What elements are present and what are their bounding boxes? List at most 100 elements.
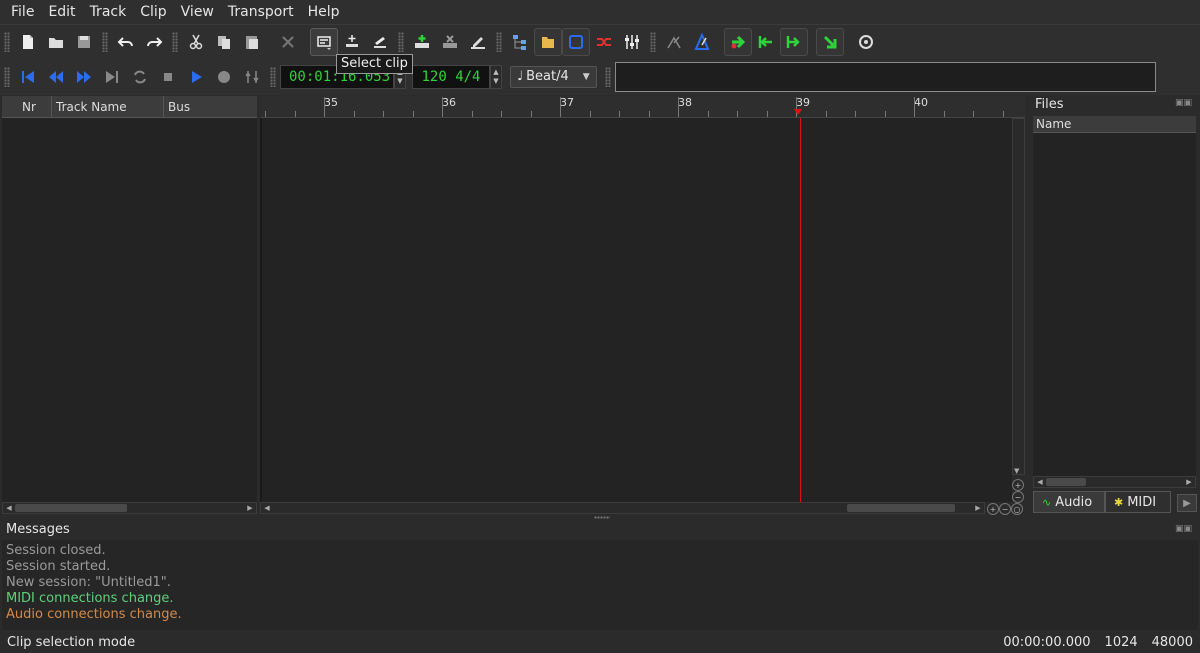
toolbar-grip[interactable] xyxy=(604,66,611,87)
edit-track-button[interactable] xyxy=(464,28,492,56)
toolbar-grip[interactable] xyxy=(270,66,276,87)
loop-button[interactable] xyxy=(126,63,154,91)
session-tree-button[interactable] xyxy=(506,28,534,56)
tabs-more-icon[interactable]: ▶ xyxy=(1177,494,1197,512)
tempo-map-button[interactable] xyxy=(660,28,688,56)
new-session-button[interactable] xyxy=(14,28,42,56)
splitter-handle[interactable] xyxy=(594,516,610,519)
messages-view-button[interactable] xyxy=(562,27,590,56)
bar-label: 37 xyxy=(560,96,574,109)
scroll-right-icon[interactable]: ▶ xyxy=(972,503,984,513)
toolbar-grip[interactable] xyxy=(102,31,108,52)
panic-button[interactable] xyxy=(852,28,880,56)
loop-end-button[interactable] xyxy=(780,27,808,56)
tempo-display[interactable]: 120 4/4 xyxy=(412,64,490,89)
track-arrangement-view[interactable] xyxy=(260,118,1012,502)
menu-clip[interactable]: Clip xyxy=(133,0,173,24)
menu-track[interactable]: Track xyxy=(83,0,134,24)
tab-audio-label: Audio xyxy=(1055,494,1093,510)
arrangement-hscroll[interactable]: ◀ ▶ xyxy=(260,502,985,514)
scroll-thumb[interactable] xyxy=(15,504,127,512)
zoom-out-vertical-icon[interactable]: − xyxy=(1012,491,1024,503)
select-clip-button[interactable] xyxy=(310,27,338,56)
toolbar-grip[interactable] xyxy=(4,31,10,52)
toolbar-grip[interactable] xyxy=(4,66,10,87)
panel-float-close-icon[interactable]: ▣▣ xyxy=(1175,524,1192,534)
arrangement-vscroll[interactable]: ▼ xyxy=(1012,118,1025,475)
rewind-button[interactable] xyxy=(42,63,70,91)
thumb-view[interactable] xyxy=(614,61,1156,92)
track-list[interactable] xyxy=(2,118,257,502)
snap-select[interactable]: ♩ Beat/4 ▼ xyxy=(510,65,597,88)
menu-view[interactable]: View xyxy=(174,0,221,24)
zoom-in-icon[interactable]: + xyxy=(987,503,999,515)
ruler-tick xyxy=(353,111,355,117)
files-tree[interactable] xyxy=(1033,133,1196,476)
menu-help[interactable]: Help xyxy=(301,0,347,24)
loop-start-icon xyxy=(758,35,772,48)
timeline-ruler[interactable]: 35 36 37 38 39 40 xyxy=(260,96,1025,118)
playhead[interactable] xyxy=(800,118,801,502)
scroll-down-icon[interactable]: ▼ xyxy=(1014,467,1019,475)
paste-button[interactable] xyxy=(238,28,266,56)
loop-start-button[interactable] xyxy=(752,28,780,56)
redo-button[interactable] xyxy=(140,28,168,56)
zoom-out-icon[interactable]: − xyxy=(999,503,1011,515)
record-button[interactable] xyxy=(210,63,238,91)
select-range-button[interactable] xyxy=(338,28,366,56)
tempo-spinner[interactable]: ▲ ▼ xyxy=(490,64,502,89)
playhead-marker[interactable] xyxy=(794,109,802,115)
scroll-thumb[interactable] xyxy=(847,504,955,512)
edit-clip-button[interactable] xyxy=(366,28,394,56)
delete-button[interactable] xyxy=(274,28,302,56)
fast-forward-button[interactable] xyxy=(70,63,98,91)
files-hscroll[interactable]: ◀ ▶ xyxy=(1033,476,1196,488)
menu-edit[interactable]: Edit xyxy=(41,0,82,24)
messages-log[interactable]: Session closed. Session started. New ses… xyxy=(2,540,1198,630)
panel-float-close-icon[interactable]: ▣▣ xyxy=(1175,98,1192,108)
scroll-thumb[interactable] xyxy=(1046,478,1086,486)
transport-toolbar: 00:01:16.053 ▲▼ 120 4/4 ▲▼ ♩ Beat/4 ▼ xyxy=(0,58,1200,95)
tab-audio[interactable]: ∿ Audio xyxy=(1033,491,1105,513)
column-nr[interactable]: Nr xyxy=(2,96,52,117)
undo-button[interactable] xyxy=(112,28,140,56)
track-list-hscroll[interactable]: ◀ ▶ xyxy=(2,502,257,514)
snap-value: Beat/4 xyxy=(526,69,569,84)
toolbar-grip[interactable] xyxy=(650,31,656,52)
column-bus[interactable]: Bus xyxy=(164,96,257,117)
menu-file[interactable]: File xyxy=(4,0,41,24)
files-panel-title: Files xyxy=(1035,97,1064,112)
play-button[interactable] xyxy=(182,63,210,91)
scroll-left-icon[interactable]: ◀ xyxy=(261,503,273,513)
toolbar-grip[interactable] xyxy=(398,31,404,52)
open-session-button[interactable] xyxy=(42,28,70,56)
scroll-right-icon[interactable]: ▶ xyxy=(1183,477,1195,487)
add-track-button[interactable] xyxy=(408,28,436,56)
tab-midi[interactable]: ✱ MIDI xyxy=(1105,491,1171,513)
zoom-in-vertical-icon[interactable]: + xyxy=(1012,479,1024,491)
toolbar-grip[interactable] xyxy=(172,31,178,52)
mixer-button[interactable] xyxy=(618,28,646,56)
punch-in-button[interactable] xyxy=(724,27,752,56)
remove-track-button[interactable] xyxy=(436,28,464,56)
go-to-start-button[interactable] xyxy=(14,63,42,91)
go-to-end-button[interactable] xyxy=(98,63,126,91)
metronome-button[interactable] xyxy=(688,28,716,56)
connections-button[interactable] xyxy=(590,28,618,56)
menu-transport[interactable]: Transport xyxy=(221,0,301,24)
files-view-button[interactable] xyxy=(534,27,562,56)
scroll-left-icon[interactable]: ◀ xyxy=(3,503,15,513)
punch-button[interactable] xyxy=(238,63,266,91)
save-session-button[interactable] xyxy=(70,28,98,56)
stop-button[interactable] xyxy=(154,63,182,91)
scroll-right-icon[interactable]: ▶ xyxy=(244,503,256,513)
follow-playhead-button[interactable] xyxy=(816,27,844,56)
ruler-tick xyxy=(678,97,679,117)
scroll-left-icon[interactable]: ◀ xyxy=(1034,477,1046,487)
cut-button[interactable] xyxy=(182,28,210,56)
zoom-reset-icon[interactable]: ○ xyxy=(1011,503,1023,515)
toolbar-grip[interactable] xyxy=(496,31,502,52)
column-track-name[interactable]: Track Name xyxy=(52,96,164,117)
copy-button[interactable] xyxy=(210,28,238,56)
files-column-name[interactable]: Name xyxy=(1033,116,1196,133)
